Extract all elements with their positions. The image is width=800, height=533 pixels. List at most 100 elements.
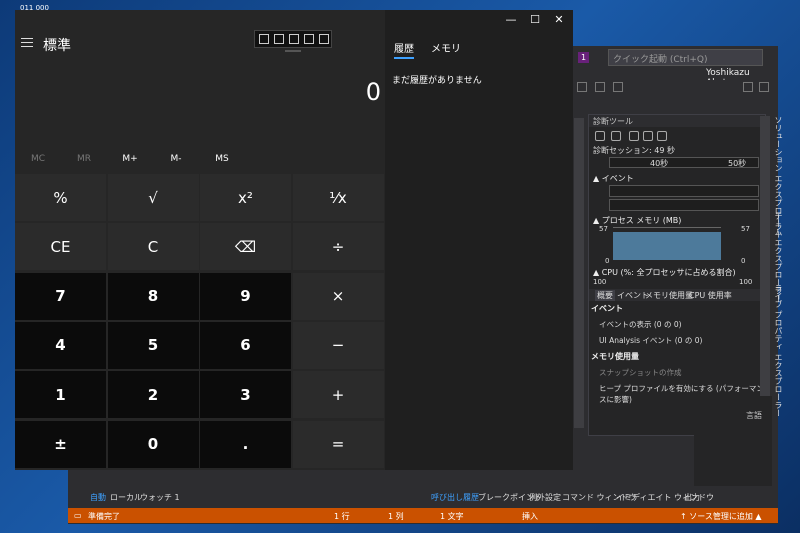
source-control-button[interactable]: ↑ ソース管理に追加 ▲ <box>680 511 762 522</box>
mem-axis-top: 57 <box>599 225 608 233</box>
key-percent-button[interactable]: % <box>15 174 106 221</box>
diag-scrollbar[interactable] <box>760 116 770 436</box>
key-equals-button[interactable]: = <box>292 420 384 468</box>
close-button[interactable]: ✕ <box>547 13 571 29</box>
key-square-root-button[interactable]: √ <box>107 174 199 221</box>
key-square-button[interactable]: x² <box>200 174 291 221</box>
tab-cpu-usage[interactable]: CPU 使用率 <box>689 290 732 301</box>
overlay-icon[interactable] <box>319 34 329 44</box>
diagnostic-tools-panel: 診断ツール 診断セッション: 49 秒 40秒 50秒 ▲ イベント ▲ プロセ… <box>588 114 766 436</box>
key-clear-button[interactable]: C <box>107 223 199 271</box>
quick-launch-input[interactable]: クイック起動 (Ctrl+Q) <box>608 49 763 66</box>
memory-button-mplus[interactable]: M+ <box>107 154 153 164</box>
toolbar-icon[interactable] <box>743 82 753 92</box>
output-label: 言語 <box>746 411 762 420</box>
events-track <box>609 185 759 197</box>
key-backspace-button[interactable]: ⌫ <box>200 223 291 271</box>
tab-watch1[interactable]: ウォッチ 1 <box>140 492 180 503</box>
overlay-icon[interactable] <box>289 34 299 44</box>
overlay-icon[interactable] <box>274 34 284 44</box>
cpu-axis-left: 100 <box>593 278 607 286</box>
notification-badge[interactable]: 1 <box>578 52 589 63</box>
toolbar-icon[interactable] <box>613 82 623 92</box>
keypad: % √ x² ⅟x CE C ⌫ ÷ 7 8 9 × 4 5 6− 1 2 3 + ±0. = <box>15 174 385 470</box>
key-reciprocal-button[interactable]: ⅟x <box>292 174 384 221</box>
events-section-label: イベント <box>601 174 634 183</box>
tab-local[interactable]: ローカル <box>110 492 142 503</box>
cpu-section-label: CPU (%: 全プロセッサに占める割合) <box>601 268 736 277</box>
list-item[interactable]: イベントの表示 (0 の 0) <box>599 319 682 330</box>
key-decimal-button[interactable]: . <box>200 420 291 468</box>
status-line: 1 行 <box>334 512 350 521</box>
memory-chart-fill <box>613 232 721 260</box>
zoom-out-icon[interactable] <box>643 131 653 141</box>
overlay-grip[interactable] <box>285 50 301 52</box>
output-panel: 言語 <box>694 396 772 486</box>
key-digit-5-button[interactable]: 5 <box>107 321 199 369</box>
key-digit-4-button[interactable]: 4 <box>15 321 106 369</box>
tab-output[interactable]: 出力 <box>684 492 700 503</box>
key-digit-8-button[interactable]: 8 <box>107 272 199 320</box>
cpu-axis-right: 100 <box>739 278 753 286</box>
status-icon: ▭ <box>74 511 82 520</box>
memory-button-mr[interactable]: MR <box>61 154 107 164</box>
status-col: 1 列 <box>388 512 404 521</box>
tab-auto[interactable]: 自動 <box>90 492 106 503</box>
tab-history[interactable]: 履歴 <box>394 40 414 59</box>
list-item[interactable]: スナップショットの作成 <box>599 367 682 378</box>
zoom-in-icon[interactable] <box>629 131 639 141</box>
list-item[interactable]: UI Analysis イベント (0 の 0) <box>599 335 702 346</box>
events-section[interactable]: ▲ イベント <box>593 173 634 184</box>
key-digit-3-button[interactable]: 3 <box>200 371 291 419</box>
tab-summary[interactable]: 概要 <box>595 290 615 301</box>
memory-row: MC MR M+ M- MS <box>15 154 385 170</box>
minimize-button[interactable]: — <box>499 13 523 29</box>
mem-axis-bottom-right: 0 <box>741 257 746 265</box>
cpu-section[interactable]: ▲ CPU (%: 全プロセッサに占める割合) <box>593 267 736 278</box>
diag-toolbar <box>589 129 765 143</box>
key-digit-1-button[interactable]: 1 <box>15 371 106 419</box>
diag-title: 診断ツール <box>589 115 765 127</box>
calculator-window: 標準 — ☐ ✕ 0 MC MR M+ M- MS % √ x² ⅟x CE C ⌫ ÷ 7 8 9 × 4 5 6… <box>15 10 573 470</box>
toolbar-icon[interactable] <box>759 82 769 92</box>
memory-button-mminus[interactable]: M- <box>153 154 199 164</box>
toolbar-icon[interactable] <box>577 82 587 92</box>
status-char: 1 文字 <box>440 512 464 521</box>
key-clear-entry-button[interactable]: CE <box>15 223 106 271</box>
memory-button-ms[interactable]: MS <box>199 154 245 164</box>
timeline-ruler[interactable]: 40秒 50秒 <box>609 157 759 168</box>
key-multiply-button[interactable]: × <box>292 272 384 320</box>
reset-view-icon[interactable] <box>657 131 667 141</box>
tab-memory-usage[interactable]: メモリ使用量 <box>645 290 693 301</box>
select-tools-icon[interactable] <box>611 131 621 141</box>
memory-button-mc[interactable]: MC <box>15 154 61 164</box>
window-controls: — ☐ ✕ <box>499 13 573 29</box>
tab-exception-settings[interactable]: 例外設定 <box>529 492 561 503</box>
key-digit-7-button[interactable]: 7 <box>15 272 106 320</box>
maximize-button[interactable]: ☐ <box>523 13 547 29</box>
overlay-icon[interactable] <box>304 34 314 44</box>
bottom-tab-bar: 自動 ローカル ウォッチ 1 呼び出し履歴 ブレークポイント 例外設定 コマンド… <box>88 490 778 504</box>
timeline-label: 50秒 <box>728 159 747 168</box>
tab-call-stack[interactable]: 呼び出し履歴 <box>431 492 479 503</box>
memory-chart <box>613 227 721 260</box>
diag-tab-bar: 概要 イベント メモリ使用量 CPU 使用率 <box>589 289 765 301</box>
key-digit-9-button[interactable]: 9 <box>200 272 291 320</box>
key-negate-button[interactable]: ± <box>15 420 106 468</box>
key-divide-button[interactable]: ÷ <box>292 223 384 271</box>
settings-icon[interactable] <box>595 131 605 141</box>
side-tab-live-property[interactable]: ライブ プロパティ エクスプローラー <box>773 284 784 417</box>
status-ready: 準備完了 <box>88 512 120 521</box>
list-memory-header: メモリ使用量 <box>591 352 639 361</box>
overlay-icon[interactable] <box>259 34 269 44</box>
toolbar-icon[interactable] <box>595 82 605 92</box>
key-add-button[interactable]: + <box>292 371 384 419</box>
vs-scrollbar[interactable] <box>574 118 584 428</box>
key-subtract-button[interactable]: − <box>292 321 384 369</box>
tab-memory[interactable]: メモリ <box>431 40 461 55</box>
vs-status-bar: ▭ 準備完了 1 行 1 列 1 文字 挿入 ↑ ソース管理に追加 ▲ <box>68 508 778 523</box>
key-digit-0-button[interactable]: 0 <box>107 420 199 468</box>
hamburger-menu-icon[interactable] <box>21 38 35 48</box>
key-digit-2-button[interactable]: 2 <box>107 371 199 419</box>
key-digit-6-button[interactable]: 6 <box>200 321 291 369</box>
